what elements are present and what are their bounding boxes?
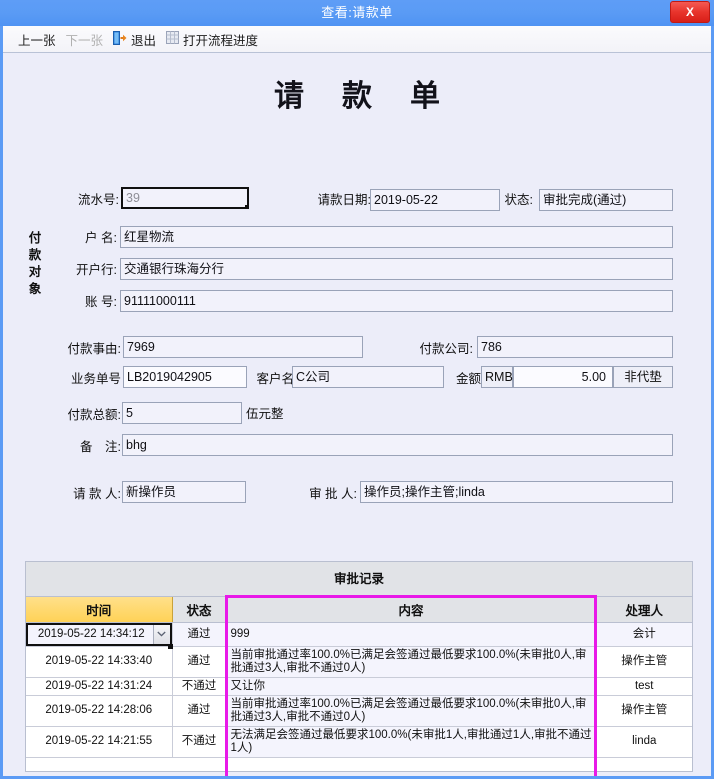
- request-date-label: 请款日期:: [317, 193, 371, 207]
- close-button[interactable]: X: [670, 1, 710, 23]
- cell-content: 当前审批通过率100.0%已满足会签通过最低要求100.0%(未审批0人,审批通…: [226, 646, 597, 678]
- cell-time[interactable]: 2019-05-22 14:34:12: [26, 622, 173, 649]
- column-header-time[interactable]: 时间: [26, 597, 173, 623]
- currency-label: RMB: [481, 366, 513, 388]
- requester-input[interactable]: 新操作员: [122, 481, 246, 503]
- grid-icon: [166, 31, 180, 47]
- requester-label: 请 款 人:: [73, 487, 121, 501]
- account-name-input[interactable]: 红星物流: [120, 226, 673, 248]
- toolbar-label-exit: 退出: [131, 33, 157, 48]
- table-row[interactable]: 2019-05-22 14:33:40 通过 当前审批通过率100.0%已满足会…: [26, 646, 692, 678]
- customer-label: 客户名: [256, 372, 294, 386]
- serial-input[interactable]: 39: [121, 187, 249, 209]
- column-header-content[interactable]: 内容: [226, 597, 597, 623]
- cell-handler: test: [596, 677, 692, 696]
- toolbar-item-open-process[interactable]: 打开流程进度: [161, 29, 263, 50]
- table-row[interactable]: 2019-05-22 14:34:12 通过 999 会计: [26, 622, 692, 649]
- cell-state: 通过: [172, 695, 227, 727]
- time-combobox[interactable]: 2019-05-22 14:34:12: [26, 622, 173, 649]
- approvers-input[interactable]: 操作员;操作主管;linda: [360, 481, 673, 503]
- cell-handler: 操作主管: [596, 646, 692, 678]
- table-row[interactable]: 2019-05-22 14:21:55 不通过 无法满足会签通过最低要求100.…: [26, 726, 692, 758]
- remark-input[interactable]: bhg: [122, 434, 673, 456]
- bank-input[interactable]: 交通银行珠海分行: [120, 258, 673, 280]
- toolbar-item-previous[interactable]: 上一张: [13, 29, 61, 50]
- cell-handler: linda: [596, 726, 692, 758]
- cell-time: 2019-05-22 14:28:06: [26, 695, 173, 727]
- account-number-label: 账 号:: [85, 295, 117, 309]
- cell-content: 无法满足会签通过最低要求100.0%(未审批1人,审批通过1人,审批不通过1人): [226, 726, 597, 758]
- cell-time: 2019-05-22 14:31:24: [26, 677, 173, 696]
- cell-state: 通过: [172, 646, 227, 678]
- cell-state: 通过: [172, 622, 227, 647]
- total-label: 付款总额:: [67, 408, 121, 422]
- customer-input[interactable]: C公司: [292, 366, 444, 388]
- total-input[interactable]: 5: [122, 402, 242, 424]
- exit-icon: [113, 30, 127, 48]
- title-bar: 查看:请款单 X: [0, 0, 714, 26]
- status-label: 状态:: [504, 193, 533, 207]
- cell-content: 又让你: [226, 677, 597, 696]
- bank-label: 开户行:: [76, 263, 117, 277]
- advance-flag: 非代垫: [613, 366, 673, 388]
- chevron-down-icon[interactable]: [152, 624, 170, 644]
- table-row[interactable]: 2019-05-22 14:28:06 通过 当前审批通过率100.0%已满足会…: [26, 695, 692, 727]
- amount-input[interactable]: 5.00: [513, 366, 613, 388]
- business-no-input[interactable]: LB2019042905: [123, 366, 247, 388]
- cell-state: 不通过: [172, 726, 227, 758]
- cell-handler: 会计: [596, 622, 692, 647]
- reason-label: 付款事由:: [67, 342, 121, 356]
- cell-time: 2019-05-22 14:33:40: [26, 646, 173, 678]
- amount-label: 金额: [455, 372, 481, 386]
- payee-group-label: 付款对象: [28, 231, 42, 296]
- cell-time: 2019-05-22 14:21:55: [26, 726, 173, 758]
- toolbar-item-exit[interactable]: 退出: [108, 29, 161, 50]
- resize-handle[interactable]: [167, 643, 173, 649]
- pay-company-input[interactable]: 786: [477, 336, 673, 358]
- remark-label: 备 注:: [80, 440, 121, 454]
- time-combobox-value: 2019-05-22 14:34:12: [37, 627, 145, 640]
- total-in-words: 伍元整: [246, 407, 284, 421]
- approval-records-table: 时间 状态 内容 处理人 2019-05-22 14:34:12 通过 999 …: [26, 597, 692, 758]
- approval-records-caption: 审批记录: [26, 562, 692, 597]
- toolbar-label-next: 下一张: [65, 33, 104, 48]
- account-number-input[interactable]: 91111000111: [120, 290, 673, 312]
- business-no-label: 业务单号: [70, 372, 121, 386]
- cell-handler: 操作主管: [596, 695, 692, 727]
- application-window: 查看:请款单 X 上一张 下一张 退出 打开流程进度 请款单 流水号: 39 请…: [0, 0, 714, 779]
- toolbar: 上一张 下一张 退出 打开流程进度: [3, 26, 711, 53]
- column-header-handler[interactable]: 处理人: [596, 597, 692, 623]
- cell-state: 不通过: [172, 677, 227, 696]
- page-title: 请款单: [274, 79, 478, 114]
- cell-content: 999: [226, 622, 597, 647]
- toolbar-label-open-process: 打开流程进度: [183, 33, 259, 48]
- table-header-row: 时间 状态 内容 处理人: [26, 597, 692, 623]
- toolbar-item-next[interactable]: 下一张: [61, 29, 109, 50]
- approval-records-panel: 审批记录 时间 状态 内容 处理人 2019-05-22 14:34:12 通过…: [25, 561, 693, 772]
- serial-label: 流水号:: [78, 193, 119, 207]
- table-row[interactable]: 2019-05-22 14:31:24 不通过 又让你 test: [26, 677, 692, 696]
- reason-input[interactable]: 7969: [123, 336, 363, 358]
- cell-content: 当前审批通过率100.0%已满足会签通过最低要求100.0%(未审批0人,审批通…: [226, 695, 597, 727]
- toolbar-label-previous: 上一张: [18, 33, 56, 48]
- window-title: 查看:请款单: [321, 5, 393, 20]
- column-header-state[interactable]: 状态: [172, 597, 227, 623]
- form-panel: 请款单 流水号: 39 请款日期: 2019-05-22 状态: 审批完成(通过…: [3, 53, 711, 776]
- approvers-label: 审 批 人:: [309, 487, 357, 501]
- pay-company-label: 付款公司:: [419, 342, 473, 356]
- status-input[interactable]: 审批完成(通过): [539, 189, 673, 211]
- account-name-label: 户 名:: [85, 231, 117, 245]
